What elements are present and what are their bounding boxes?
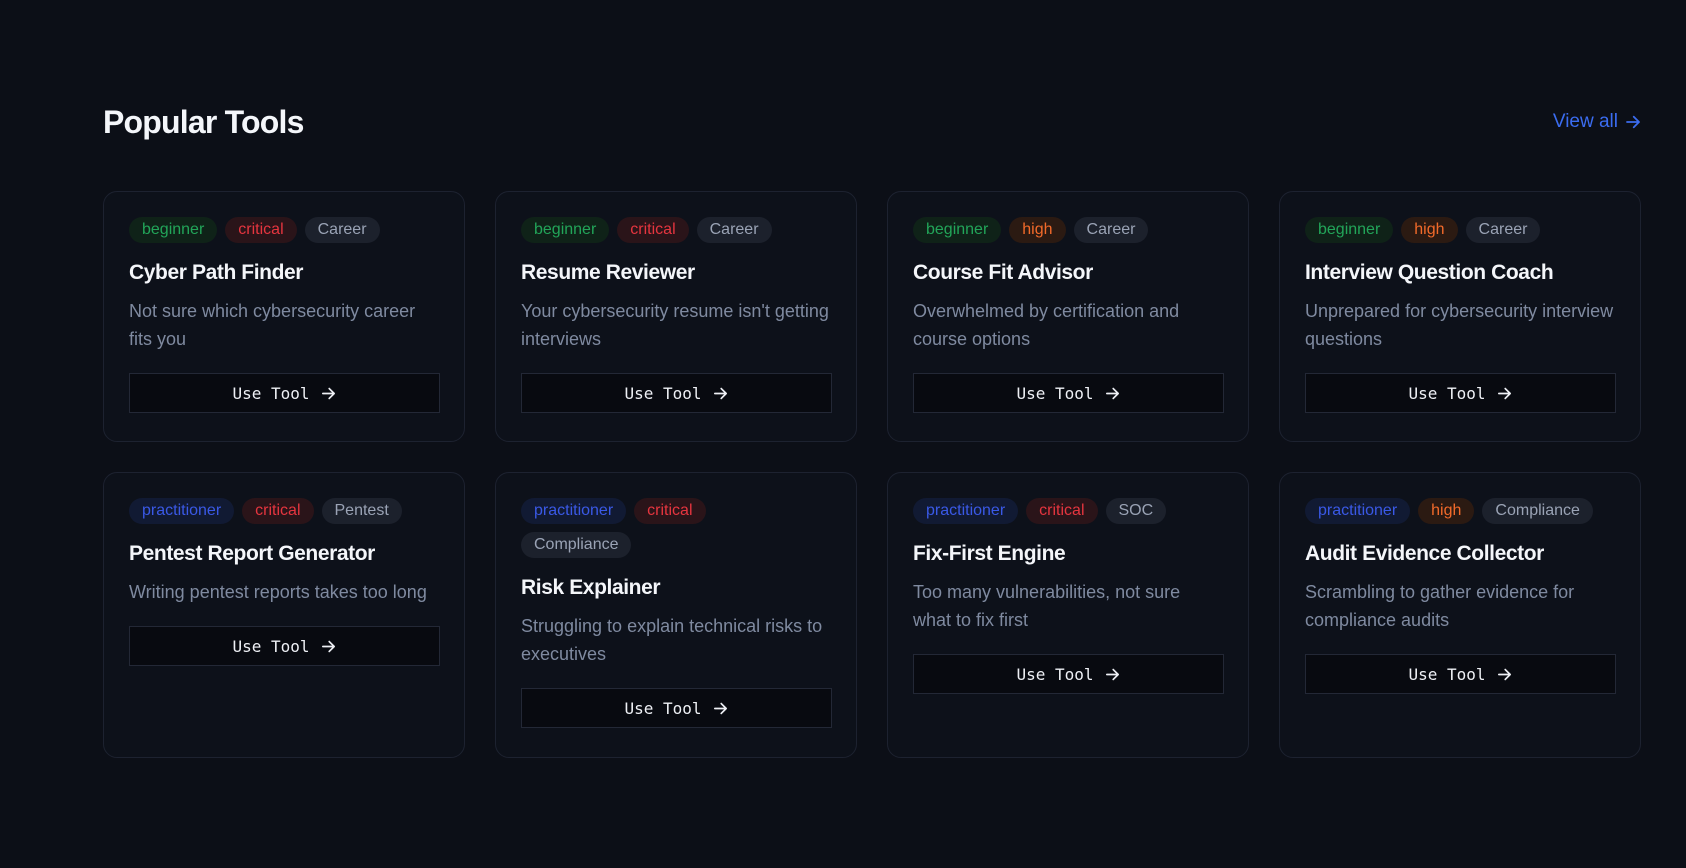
tool-card: beginner high Career Course Fit Advisor … bbox=[887, 191, 1249, 442]
tool-description: Not sure which cybersecurity career fits… bbox=[129, 301, 416, 349]
category-tag: Compliance bbox=[521, 532, 632, 558]
tool-card: practitioner high Compliance Audit Evide… bbox=[1279, 472, 1641, 758]
tool-card: practitioner critical Pentest Pentest Re… bbox=[103, 472, 465, 758]
use-tool-button[interactable]: Use Tool bbox=[521, 688, 832, 728]
tag-list: practitioner critical Pentest bbox=[129, 498, 439, 524]
level-tag: practitioner bbox=[913, 498, 1019, 524]
severity-tag: high bbox=[1009, 217, 1066, 243]
category-tag: Career bbox=[1073, 217, 1149, 243]
category-tag: Compliance bbox=[1482, 498, 1593, 524]
tool-description: Too many vulnerabilities, not sure what … bbox=[913, 582, 1181, 630]
tag-list: beginner high Career bbox=[1305, 217, 1615, 243]
tool-title: Course Fit Advisor bbox=[913, 261, 1093, 284]
severity-tag: high bbox=[1418, 498, 1475, 524]
arrow-right-icon bbox=[321, 387, 335, 399]
tool-title: Interview Question Coach bbox=[1305, 261, 1554, 284]
arrow-right-icon bbox=[1626, 115, 1640, 129]
tool-title: Cyber Path Finder bbox=[129, 261, 304, 284]
category-tag: Career bbox=[1465, 217, 1541, 243]
tool-description: Writing pentest reports takes too long bbox=[129, 582, 427, 602]
section-title: Popular Tools bbox=[103, 104, 304, 140]
tool-description: Scrambling to gather evidence for compli… bbox=[1305, 582, 1575, 630]
severity-tag: critical bbox=[242, 498, 314, 524]
tool-description: Overwhelmed by certification and course … bbox=[913, 301, 1180, 349]
tool-card: beginner high Career Interview Question … bbox=[1279, 191, 1641, 442]
use-tool-button[interactable]: Use Tool bbox=[913, 654, 1224, 694]
tool-title: Resume Reviewer bbox=[521, 261, 695, 284]
category-tag: Career bbox=[304, 217, 380, 243]
level-tag: practitioner bbox=[1305, 498, 1411, 524]
use-tool-button[interactable]: Use Tool bbox=[521, 373, 832, 413]
arrow-right-icon bbox=[321, 640, 335, 652]
use-tool-label: Use Tool bbox=[1408, 383, 1486, 403]
view-all-label: View all bbox=[1552, 111, 1618, 132]
arrow-right-icon bbox=[1497, 387, 1511, 399]
arrow-right-icon bbox=[1105, 668, 1119, 680]
severity-tag: critical bbox=[225, 217, 297, 243]
tag-list: beginner high Career bbox=[913, 217, 1223, 243]
use-tool-button[interactable]: Use Tool bbox=[1305, 654, 1616, 694]
use-tool-button[interactable]: Use Tool bbox=[1305, 373, 1616, 413]
tag-list: practitioner critical Compliance bbox=[521, 498, 721, 558]
view-all-link[interactable]: View all bbox=[1553, 110, 1642, 134]
arrow-right-icon bbox=[1105, 387, 1119, 399]
tool-title: Audit Evidence Collector bbox=[1305, 542, 1544, 565]
level-tag: practitioner bbox=[129, 498, 235, 524]
tool-title: Pentest Report Generator bbox=[129, 542, 375, 565]
tool-card: beginner critical Career Cyber Path Find… bbox=[103, 191, 465, 442]
tool-card: practitioner critical SOC Fix-First Engi… bbox=[887, 472, 1249, 758]
tool-card: beginner critical Career Resume Reviewer… bbox=[495, 191, 857, 442]
tool-description: Unprepared for cybersecurity interview q… bbox=[1305, 301, 1614, 349]
level-tag: beginner bbox=[913, 217, 1002, 243]
level-tag: beginner bbox=[1305, 217, 1394, 243]
use-tool-button[interactable]: Use Tool bbox=[913, 373, 1224, 413]
use-tool-label: Use Tool bbox=[624, 383, 702, 403]
tool-description: Your cybersecurity resume isn't getting … bbox=[521, 301, 829, 349]
severity-tag: critical bbox=[617, 217, 689, 243]
category-tag: SOC bbox=[1105, 498, 1167, 524]
level-tag: practitioner bbox=[521, 498, 627, 524]
use-tool-button[interactable]: Use Tool bbox=[129, 373, 440, 413]
tool-title: Fix-First Engine bbox=[913, 542, 1066, 565]
arrow-right-icon bbox=[713, 387, 727, 399]
level-tag: beginner bbox=[521, 217, 610, 243]
use-tool-label: Use Tool bbox=[1408, 664, 1486, 684]
tag-list: practitioner critical SOC bbox=[913, 498, 1223, 524]
category-tag: Career bbox=[696, 217, 772, 243]
tool-description: Struggling to explain technical risks to… bbox=[521, 616, 823, 664]
section-header: Popular Tools View all bbox=[103, 98, 1642, 146]
severity-tag: critical bbox=[634, 498, 706, 524]
category-tag: Pentest bbox=[321, 498, 402, 524]
use-tool-label: Use Tool bbox=[1016, 664, 1094, 684]
use-tool-label: Use Tool bbox=[624, 698, 702, 718]
tag-list: practitioner high Compliance bbox=[1305, 498, 1615, 524]
severity-tag: critical bbox=[1026, 498, 1098, 524]
use-tool-label: Use Tool bbox=[232, 383, 310, 403]
arrow-right-icon bbox=[713, 702, 727, 714]
use-tool-label: Use Tool bbox=[1016, 383, 1094, 403]
tag-list: beginner critical Career bbox=[129, 217, 439, 243]
severity-tag: high bbox=[1401, 217, 1458, 243]
popular-tools-section: Popular Tools View all beginner critical… bbox=[103, 0, 1642, 868]
tool-title: Risk Explainer bbox=[521, 576, 661, 599]
use-tool-label: Use Tool bbox=[232, 636, 310, 656]
tools-grid: beginner critical Career Cyber Path Find… bbox=[103, 191, 1642, 758]
use-tool-button[interactable]: Use Tool bbox=[129, 626, 440, 666]
tool-card: practitioner critical Compliance Risk Ex… bbox=[495, 472, 857, 758]
arrow-right-icon bbox=[1497, 668, 1511, 680]
level-tag: beginner bbox=[129, 217, 218, 243]
tag-list: beginner critical Career bbox=[521, 217, 831, 243]
